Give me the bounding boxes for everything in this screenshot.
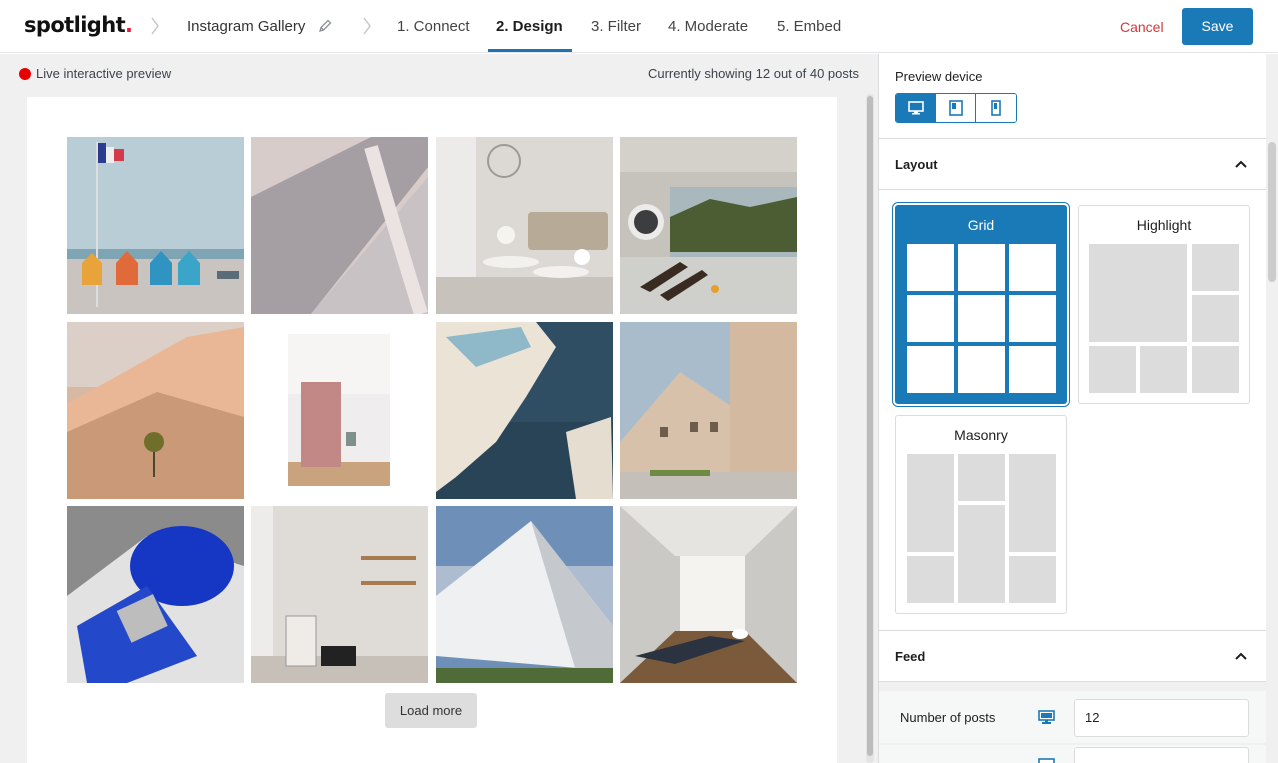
breadcrumb-chevron-icon xyxy=(362,16,372,36)
live-preview-indicator: Live interactive preview xyxy=(19,66,171,81)
feed-section-title: Feed xyxy=(895,649,926,664)
number-of-posts-row: Number of posts 12 xyxy=(879,691,1266,743)
gallery-photo[interactable] xyxy=(251,322,428,499)
step-design[interactable]: 2. Design xyxy=(496,18,563,35)
gallery-photo[interactable] xyxy=(436,137,613,314)
pencil-icon[interactable] xyxy=(317,18,333,34)
tablet-device-button[interactable] xyxy=(936,94,976,122)
load-more-button[interactable]: Load more xyxy=(385,693,477,728)
preview-scrollbar[interactable] xyxy=(866,94,874,763)
gallery-canvas: Load more xyxy=(27,97,837,763)
layout-option-label: Grid xyxy=(967,217,995,233)
layout-option-label: Masonry xyxy=(954,427,1008,443)
step-connect[interactable]: 1. Connect xyxy=(397,18,470,35)
gallery-photo[interactable] xyxy=(436,322,613,499)
gallery-photo[interactable] xyxy=(67,137,244,314)
live-dot-icon xyxy=(19,67,31,80)
chevron-up-icon[interactable] xyxy=(1234,157,1248,171)
next-field-row xyxy=(879,745,1266,763)
save-button[interactable]: Save xyxy=(1182,8,1253,45)
step-embed[interactable]: 5. Embed xyxy=(777,18,841,35)
spotlight-logo[interactable]: spotlight. xyxy=(24,13,133,37)
layout-option-highlight[interactable]: Highlight xyxy=(1078,205,1250,404)
desktop-device-button[interactable] xyxy=(896,94,936,122)
active-step-indicator xyxy=(488,49,572,52)
number-of-posts-label: Number of posts xyxy=(900,710,996,725)
preview-area: Live interactive preview Currently showi… xyxy=(0,54,878,763)
gallery-photo[interactable] xyxy=(620,137,797,314)
device-switcher xyxy=(895,93,1017,123)
gallery-name[interactable]: Instagram Gallery xyxy=(187,18,305,35)
feed-section-header[interactable]: Feed xyxy=(879,631,1266,682)
gallery-photo[interactable] xyxy=(620,506,797,683)
desktop-icon[interactable] xyxy=(1038,710,1055,725)
layout-section-body: Grid Highlight Masonry xyxy=(879,190,1266,631)
gallery-photo[interactable] xyxy=(67,506,244,683)
next-field-input[interactable] xyxy=(1074,747,1249,763)
gallery-photo[interactable] xyxy=(67,322,244,499)
layout-option-grid[interactable]: Grid xyxy=(895,205,1067,404)
preview-device-panel: Preview device xyxy=(879,54,1266,139)
desktop-icon xyxy=(907,101,924,115)
step-moderate[interactable]: 4. Moderate xyxy=(668,18,748,35)
preview-scrollbar-thumb[interactable] xyxy=(867,96,873,756)
sidebar-scrollbar-thumb[interactable] xyxy=(1268,142,1276,282)
cancel-button[interactable]: Cancel xyxy=(1120,19,1164,35)
layout-section-title: Layout xyxy=(895,157,938,172)
step-filter[interactable]: 3. Filter xyxy=(591,18,641,35)
gallery-photo[interactable] xyxy=(436,506,613,683)
layout-option-masonry[interactable]: Masonry xyxy=(895,415,1067,614)
posts-count-text: Currently showing 12 out of 40 posts xyxy=(647,66,859,81)
phone-icon xyxy=(991,100,1001,116)
top-bar: spotlight. Instagram Gallery 1. Connect … xyxy=(0,0,1278,53)
preview-device-label: Preview device xyxy=(895,69,983,84)
breadcrumb-chevron-icon xyxy=(150,16,160,36)
live-preview-label: Live interactive preview xyxy=(36,66,172,81)
number-of-posts-input[interactable]: 12 xyxy=(1074,699,1249,737)
phone-device-button[interactable] xyxy=(976,94,1016,122)
gallery-photo[interactable] xyxy=(251,506,428,683)
tablet-icon xyxy=(948,100,963,116)
gallery-photo[interactable] xyxy=(620,322,797,499)
chevron-up-icon[interactable] xyxy=(1234,649,1248,663)
layout-option-label: Highlight xyxy=(1136,217,1192,233)
settings-sidebar: Preview device Layout Grid Highlight Mas… xyxy=(878,54,1278,763)
gallery-photo[interactable] xyxy=(251,137,428,314)
layout-section-header[interactable]: Layout xyxy=(879,139,1266,190)
desktop-icon[interactable] xyxy=(1038,758,1055,763)
